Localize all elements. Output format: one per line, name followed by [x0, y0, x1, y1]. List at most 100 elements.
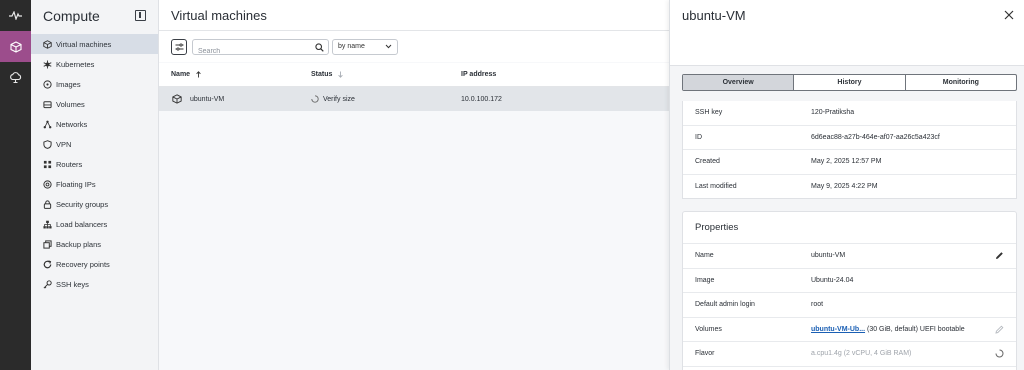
sidebar-item-label: Floating IPs — [56, 179, 96, 189]
property-value: root — [811, 301, 824, 309]
column-header-label: Name — [171, 71, 191, 78]
detail-value: May 2, 2025 12:57 PM — [811, 158, 882, 166]
cell-ip: 10.0.100.172 — [461, 95, 502, 103]
kubernetes-icon — [41, 58, 53, 70]
sidebar-item-backup-plans[interactable]: Backup plans — [31, 234, 158, 254]
property-key: Volumes — [695, 325, 722, 333]
detail-key: Created — [695, 158, 720, 166]
sidebar-item-vpn[interactable]: VPN — [31, 134, 158, 154]
property-value: Ubuntu-24.04 — [811, 276, 854, 284]
resize-spinner-icon — [995, 349, 1004, 358]
router-icon — [41, 158, 53, 170]
property-value: ubuntu-VM — [811, 252, 846, 260]
search-icon[interactable] — [315, 42, 324, 52]
column-header-ip[interactable]: IP address — [461, 71, 581, 78]
volume-link[interactable]: ubuntu-VM-Ub... — [811, 326, 865, 333]
sort-select[interactable]: by name — [332, 38, 398, 55]
sidebar-header: Compute — [31, 0, 158, 31]
detail-value: May 9, 2025 4:22 PM — [811, 183, 878, 191]
sidebar-item-label: Kubernetes — [56, 59, 95, 69]
table-row[interactable]: ubuntu-VM Verify size 10.0.100.172 — [159, 87, 669, 111]
sidebar-item-label: Virtual machines — [56, 39, 112, 49]
list-toolbar: by name — [159, 31, 669, 62]
shield-icon — [41, 138, 53, 150]
search-box — [192, 38, 329, 58]
column-header-status[interactable]: Status — [311, 71, 461, 78]
sort-select-value: by name — [338, 43, 365, 50]
sidebar-item-label: Networks — [56, 119, 88, 129]
cube-icon — [41, 38, 53, 50]
property-row-image: Image Ubuntu-24.04 — [683, 269, 1016, 293]
sidebar-item-label: Security groups — [56, 199, 109, 209]
vm-detail-panel: ubuntu-VM Overview History Monitoring SS… — [669, 0, 1024, 370]
cell-name: ubuntu-VM — [159, 94, 311, 104]
tab-monitoring[interactable]: Monitoring — [906, 75, 1016, 90]
sort-descending-icon — [338, 71, 344, 78]
volume-icon — [41, 98, 53, 110]
sidebar-item-load-balancers[interactable]: Load balancers — [31, 214, 158, 234]
activity-icon[interactable] — [0, 0, 31, 31]
sidebar-item-security-groups[interactable]: Security groups — [31, 194, 158, 214]
filter-button[interactable] — [171, 38, 187, 55]
tab-history[interactable]: History — [794, 75, 906, 90]
sidebar-item-networks[interactable]: Networks — [31, 114, 158, 134]
sidebar-item-label: Backup plans — [56, 239, 102, 249]
sidebar-item-label: Volumes — [56, 99, 85, 109]
cloud-storage-icon[interactable] — [0, 62, 31, 93]
edit-pencil-disabled-icon — [995, 325, 1004, 334]
sort-ascending-icon — [196, 71, 201, 78]
panel-header: ubuntu-VM — [670, 0, 1024, 30]
property-key: Name — [695, 252, 714, 260]
backup-icon — [41, 238, 53, 250]
sidebar-item-routers[interactable]: Routers — [31, 154, 158, 174]
properties-title: Properties — [683, 212, 1016, 244]
property-key: Image — [695, 276, 715, 284]
network-icon — [41, 118, 53, 130]
load-balancer-icon — [41, 218, 53, 230]
sidebar-item-volumes[interactable]: Volumes — [31, 94, 158, 114]
sidebar-item-label: SSH keys — [56, 279, 89, 289]
detail-key: Last modified — [695, 183, 737, 191]
property-key: Default admin login — [695, 301, 755, 309]
detail-row-id: ID 6d6eac88-a27b-464e-af07-aa26c5a423cf — [683, 126, 1016, 150]
globe-icon — [41, 178, 53, 190]
collapse-sidebar-icon[interactable] — [135, 10, 146, 21]
edit-pencil-icon[interactable] — [995, 251, 1004, 260]
volume-details: (30 GiB, default) UEFI bootable — [865, 325, 965, 333]
sidebar: Compute Virtual machines Kubernetes Imag… — [31, 0, 159, 370]
detail-value: 6d6eac88-a27b-464e-af07-aa26c5a423cf — [811, 133, 940, 141]
search-input[interactable] — [193, 44, 308, 58]
panel-title: ubuntu-VM — [682, 7, 746, 23]
property-row-admin-login: Default admin login root — [683, 293, 1016, 318]
detail-row-last-modified: Last modified May 9, 2025 4:22 PM — [683, 175, 1016, 200]
vm-name: ubuntu-VM — [190, 95, 225, 103]
close-icon[interactable] — [1004, 10, 1014, 20]
property-value: a.cpu1.4g (2 vCPU, 4 GiB RAM) — [811, 350, 1016, 357]
sidebar-item-label: VPN — [56, 139, 72, 149]
sidebar-item-ssh-keys[interactable]: SSH keys — [31, 274, 158, 294]
column-header-label: IP address — [461, 71, 497, 78]
property-key: Flavor — [695, 350, 715, 358]
spinner-icon — [311, 95, 319, 103]
panel-actions-area — [670, 30, 1024, 66]
key-icon — [41, 278, 53, 290]
sidebar-item-floating-ips[interactable]: Floating IPs — [31, 174, 158, 194]
sidebar-item-virtual-machines[interactable]: Virtual machines — [31, 34, 158, 54]
detail-row-created: Created May 2, 2025 12:57 PM — [683, 150, 1016, 175]
sidebar-item-recovery-points[interactable]: Recovery points — [31, 254, 158, 274]
column-header-name[interactable]: Name — [159, 71, 311, 78]
sidebar-item-images[interactable]: Images — [31, 74, 158, 94]
sidebar-item-kubernetes[interactable]: Kubernetes — [31, 54, 158, 74]
main-content: Virtual machines by name Name Status IP … — [159, 0, 669, 370]
sidebar-item-label: Routers — [56, 159, 83, 169]
lock-icon — [41, 198, 53, 210]
tab-overview[interactable]: Overview — [683, 75, 795, 90]
cell-status: Verify size — [311, 95, 461, 103]
detail-key: ID — [695, 133, 702, 141]
compute-cube-icon[interactable] — [0, 31, 31, 62]
panel-tabs: Overview History Monitoring — [682, 74, 1017, 91]
property-row-volumes: Volumes ubuntu-VM-Ub... (30 GiB, default… — [683, 318, 1016, 342]
filter-sliders-icon — [175, 42, 184, 51]
flavor-specs: (2 vCPU, 4 GiB RAM) — [841, 350, 912, 358]
sidebar-item-label: Recovery points — [56, 259, 110, 269]
